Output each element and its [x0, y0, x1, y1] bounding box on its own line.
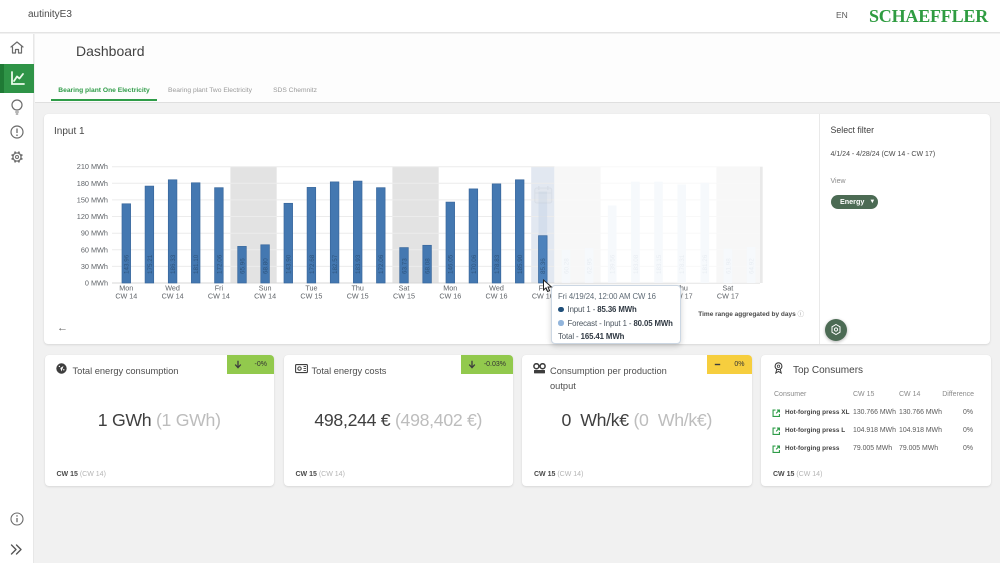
svg-text:175.21: 175.21 [147, 254, 154, 274]
svg-text:68.80: 68.80 [263, 258, 270, 274]
svg-text:183.93: 183.93 [355, 254, 362, 274]
svg-text:CW 14: CW 14 [208, 292, 230, 301]
svg-text:63.73: 63.73 [401, 258, 408, 274]
svg-text:65.96: 65.96 [239, 258, 246, 274]
svg-text:143.96: 143.96 [124, 254, 131, 274]
svg-text:90 MWh: 90 MWh [81, 229, 108, 238]
svg-text:146.05: 146.05 [448, 254, 455, 274]
svg-text:85.36: 85.36 [540, 258, 547, 274]
svg-text:60 MWh: 60 MWh [81, 245, 108, 254]
svg-text:CW 15: CW 15 [300, 292, 322, 301]
svg-text:182.57: 182.57 [332, 254, 339, 274]
svg-text:180 MWh: 180 MWh [77, 179, 108, 188]
svg-text:150 MWh: 150 MWh [77, 195, 108, 204]
svg-text:CW 14: CW 14 [115, 292, 137, 301]
svg-text:120 MWh: 120 MWh [77, 212, 108, 221]
svg-text:CW 15: CW 15 [393, 292, 415, 301]
svg-text:172.06: 172.06 [216, 254, 223, 274]
svg-text:68.08: 68.08 [425, 258, 432, 274]
svg-text:210 MWh: 210 MWh [77, 162, 108, 171]
svg-text:143.90: 143.90 [286, 254, 293, 274]
svg-text:CW 14: CW 14 [162, 292, 184, 301]
svg-text:CW 17: CW 17 [717, 292, 739, 301]
svg-text:172.68: 172.68 [309, 254, 316, 274]
svg-text:172.06: 172.06 [378, 254, 385, 274]
svg-text:0 MWh: 0 MWh [85, 279, 108, 288]
svg-text:CW 16: CW 16 [439, 292, 461, 301]
svg-text:181.10: 181.10 [193, 254, 200, 274]
svg-text:30 MWh: 30 MWh [81, 262, 108, 271]
svg-text:170.06: 170.06 [471, 254, 478, 274]
svg-text:185.90: 185.90 [517, 254, 524, 274]
svg-text:CW 16: CW 16 [486, 292, 508, 301]
svg-text:178.83: 178.83 [494, 254, 501, 274]
svg-text:CW 15: CW 15 [347, 292, 369, 301]
svg-text:CW 14: CW 14 [254, 292, 276, 301]
svg-text:186.33: 186.33 [170, 254, 177, 274]
